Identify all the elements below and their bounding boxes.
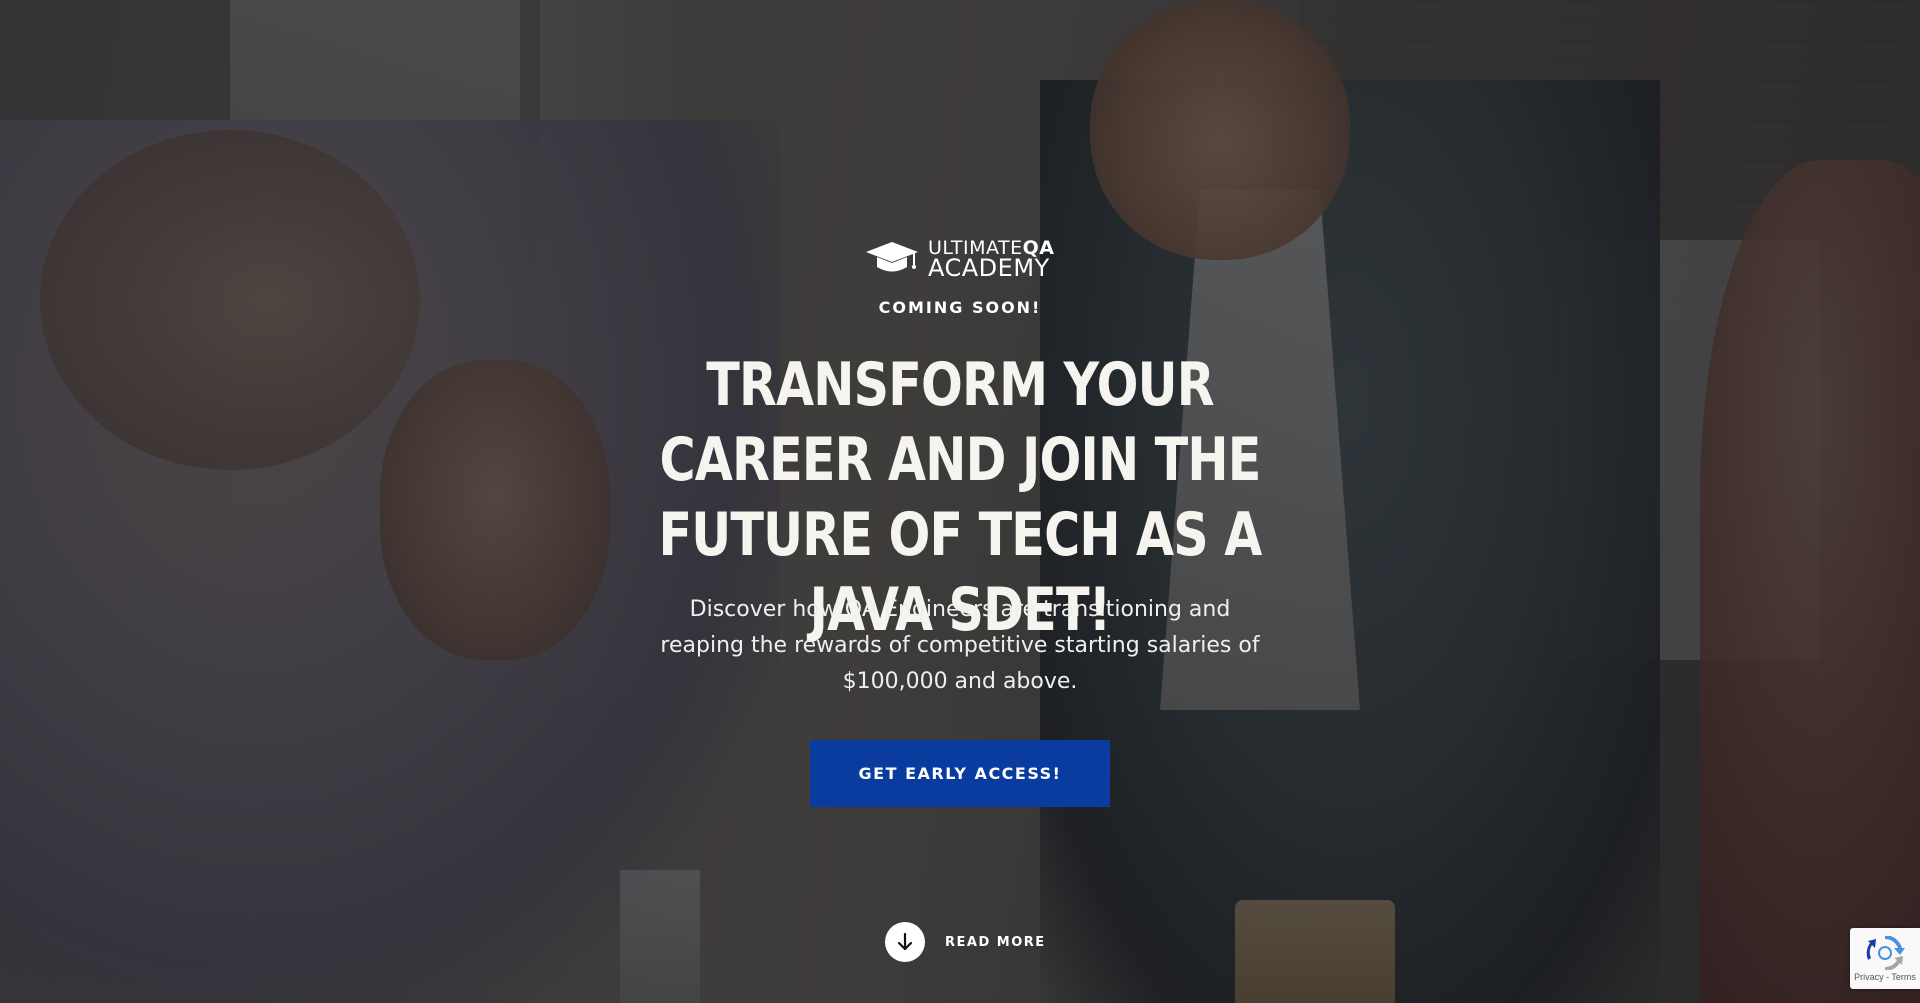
get-early-access-button[interactable]: GET EARLY ACCESS! [810,740,1110,807]
logo[interactable]: ULTIMATEQA ACADEMY [864,236,1056,280]
hero-section: ULTIMATEQA ACADEMY COMING SOON! TRANSFOR… [0,0,1920,1003]
hero-description: Discover how QA Engineers are transition… [660,597,1260,694]
read-more-circle[interactable] [885,922,925,962]
recaptcha-privacy-terms[interactable]: Privacy - Terms [1854,972,1916,982]
read-more-link[interactable]: READ MORE [885,922,1046,962]
graduation-cap-icon [866,242,918,272]
read-more-label[interactable]: READ MORE [945,935,1046,950]
recaptcha-icon [1866,935,1905,970]
hero-content: ULTIMATEQA ACADEMY COMING SOON! TRANSFOR… [0,0,1920,1003]
arrow-down-icon [897,932,913,951]
eyebrow-text: COMING SOON! [878,298,1042,317]
logo-word-academy: ACADEMY [928,254,1050,282]
logo-text: ULTIMATEQA ACADEMY [928,237,1054,282]
recaptcha-badge[interactable]: Privacy - Terms [1850,928,1920,989]
